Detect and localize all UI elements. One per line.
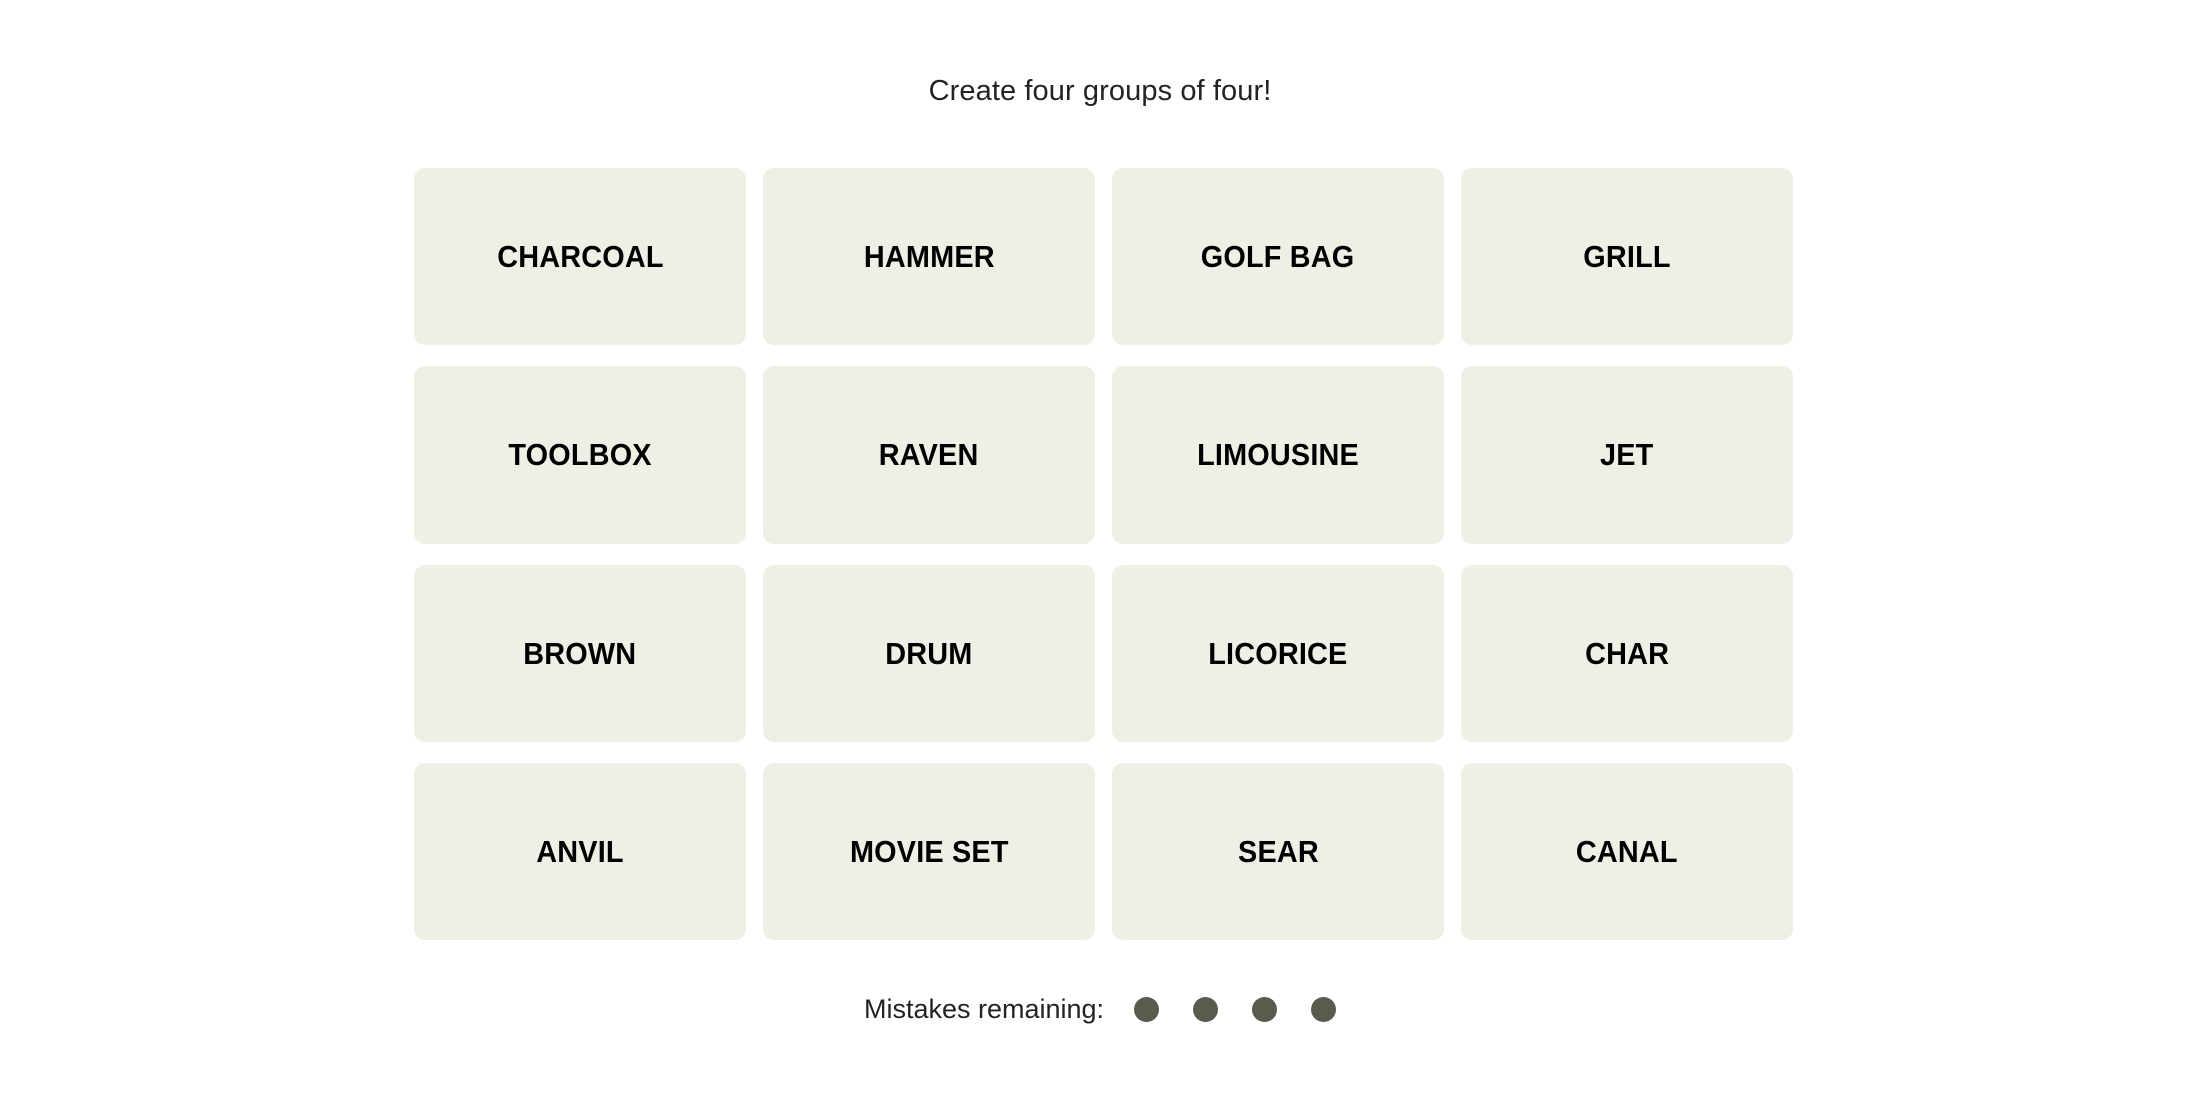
word-tile[interactable]: RAVEN (763, 366, 1095, 544)
word-tile[interactable]: CHARCOAL (414, 168, 746, 346)
mistake-dot-group (1134, 997, 1337, 1022)
word-tile[interactable]: TOOLBOX (414, 366, 746, 544)
word-tile[interactable]: GOLF BAG (1112, 168, 1444, 346)
word-tile-label: RAVEN (879, 437, 979, 473)
word-tile[interactable]: JET (1461, 366, 1793, 544)
word-tile-label: CHARCOAL (496, 239, 664, 275)
word-tile-grid: CHARCOAL HAMMER GOLF BAG GRILL TOOLBOX R… (414, 168, 1793, 940)
word-tile-label: MOVIE SET (849, 833, 1009, 869)
word-tile-label: ANVIL (536, 833, 624, 869)
word-tile-label: LIMOUSINE (1197, 437, 1359, 473)
word-tile-label: HAMMER (863, 239, 995, 275)
mistake-dot (1134, 997, 1160, 1022)
word-tile[interactable]: LIMOUSINE (1112, 366, 1444, 544)
word-tile[interactable]: LICORICE (1112, 564, 1444, 742)
word-tile-label: SEAR (1237, 833, 1319, 869)
word-tile[interactable]: GRILL (1461, 168, 1793, 346)
word-tile[interactable]: MOVIE SET (763, 762, 1095, 940)
mistake-dot (1311, 997, 1337, 1022)
word-tile-label: DRUM (885, 635, 973, 671)
word-tile[interactable]: SEAR (1112, 762, 1444, 940)
word-tile-label: JET (1600, 437, 1654, 473)
connections-game: Create four groups of four! CHARCOAL HAM… (0, 0, 2200, 1100)
word-tile[interactable]: ANVIL (414, 762, 746, 940)
word-tile[interactable]: BROWN (414, 564, 746, 742)
word-tile-label: TOOLBOX (508, 437, 652, 473)
word-tile-label: CHAR (1584, 635, 1670, 671)
mistake-dot (1252, 997, 1278, 1022)
mistake-dot (1193, 997, 1219, 1022)
word-tile-label: CANAL (1576, 833, 1678, 869)
word-tile[interactable]: HAMMER (763, 168, 1095, 346)
word-tile[interactable]: CHAR (1461, 564, 1793, 742)
word-tile-label: GRILL (1583, 239, 1671, 275)
word-tile[interactable]: CANAL (1461, 762, 1793, 940)
word-tile-label: GOLF BAG (1201, 239, 1355, 275)
page-title: Create four groups of four! (928, 75, 1272, 107)
mistakes-remaining-label: Mistakes remaining: (863, 994, 1105, 1024)
word-tile-label: LICORICE (1208, 635, 1348, 671)
word-tile-label: BROWN (523, 635, 637, 671)
mistakes-remaining-bar: Mistakes remaining: (0, 996, 2200, 1023)
word-tile[interactable]: DRUM (763, 564, 1095, 742)
